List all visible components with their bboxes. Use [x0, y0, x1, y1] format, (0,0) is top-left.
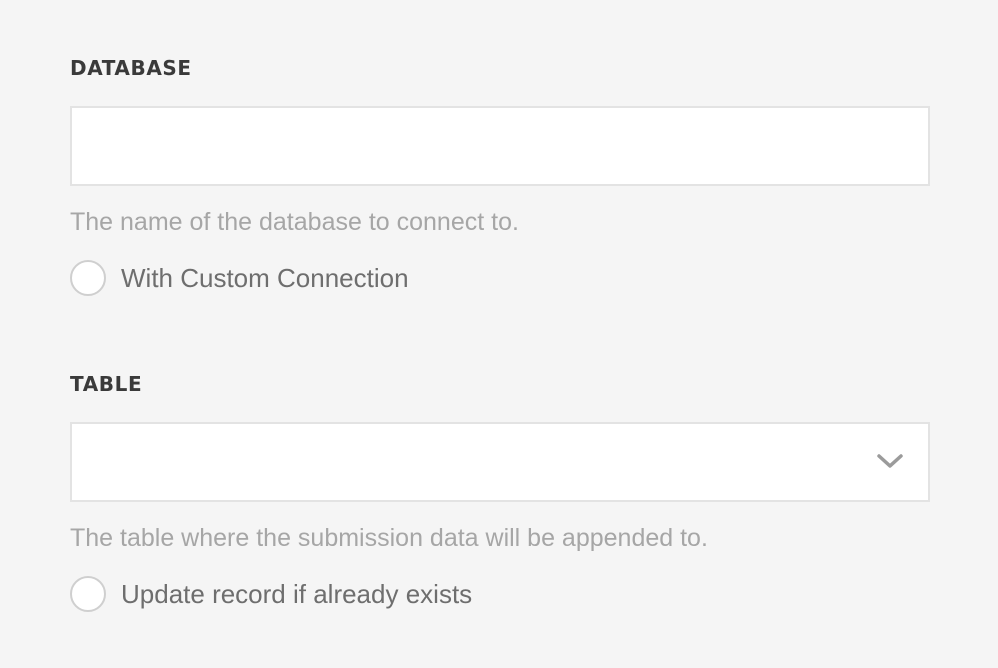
table-select[interactable]	[70, 422, 930, 502]
table-section: TABLE The table where the submission dat…	[70, 370, 930, 612]
database-label: DATABASE	[70, 56, 192, 80]
chevron-down-icon	[877, 454, 903, 468]
update-record-checkbox[interactable]	[70, 576, 106, 612]
database-section: DATABASE The name of the database to con…	[70, 54, 930, 296]
update-record-option[interactable]: Update record if already exists	[70, 576, 930, 612]
database-input[interactable]	[70, 106, 930, 186]
update-record-label: Update record if already exists	[121, 579, 473, 609]
table-help-text: The table where the submission data will…	[70, 524, 708, 552]
table-label: TABLE	[70, 372, 143, 396]
custom-connection-label: With Custom Connection	[121, 263, 409, 293]
custom-connection-option[interactable]: With Custom Connection	[70, 260, 930, 296]
custom-connection-checkbox[interactable]	[70, 260, 106, 296]
database-help-text: The name of the database to connect to.	[70, 208, 519, 236]
